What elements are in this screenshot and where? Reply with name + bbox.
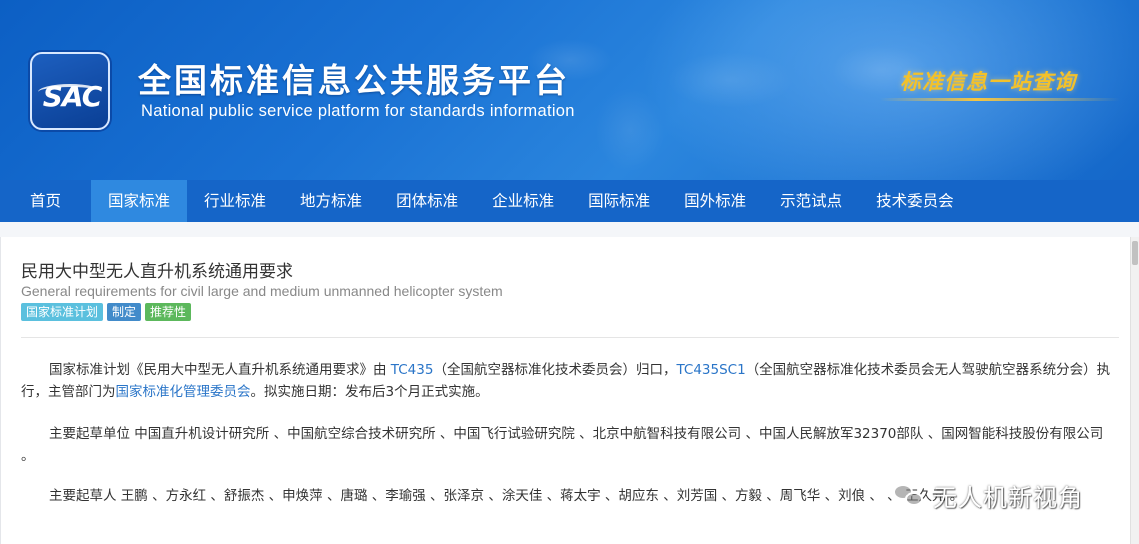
- drafters-text: 主要起草人 王鹏 、方永红 、舒振杰 、申焕萍 、唐璐 、李瑜强 、张泽京 、涂…: [49, 488, 964, 504]
- sac-logo[interactable]: SAC: [30, 52, 110, 130]
- tag-recommended: 推荐性: [145, 303, 192, 321]
- nav-item-local-standards[interactable]: 地方标准: [283, 180, 379, 222]
- tc435sc1-link[interactable]: TC435SC1: [676, 362, 745, 378]
- tag-national-plan: 国家标准计划: [21, 303, 104, 321]
- tc435-link[interactable]: TC435: [391, 362, 434, 378]
- wechat-watermark: 无人机新视角: [893, 478, 1083, 513]
- section-separator: [0, 222, 1139, 237]
- plan-description: 国家标准计划《民用大中型无人直升机系统通用要求》由 TC435（全国航空器标准化…: [21, 359, 1111, 403]
- logo-text: SAC: [42, 80, 103, 113]
- main-nav: 首页 国家标准 行业标准 地方标准 团体标准 企业标准 国际标准 国外标准 示范…: [0, 180, 1139, 222]
- page-scrollbar[interactable]: [1130, 237, 1139, 544]
- divider: [21, 337, 1119, 338]
- drafting-units: 主要起草单位 中国直升机设计研究所 、中国航空综合技术研究所 、中国飞行试验研究…: [21, 423, 1111, 467]
- plan-text-d: 。拟实施日期：发布后3个月正式实施。: [250, 384, 489, 400]
- sac-department-link[interactable]: 国家标准化管理委员会: [116, 384, 251, 400]
- slogan: 标准信息一站查询: [900, 69, 1076, 94]
- nav-item-industry-standards[interactable]: 行业标准: [187, 180, 283, 222]
- site-title: 全国标准信息公共服务平台: [138, 61, 570, 100]
- nav-item-national-standards[interactable]: 国家标准: [91, 180, 188, 222]
- standard-tags: 国家标准计划 制定 推荐性: [21, 303, 192, 321]
- nav-item-group-standards[interactable]: 团体标准: [379, 180, 475, 222]
- wechat-icon: [893, 482, 925, 510]
- nav-item-pilot-demo[interactable]: 示范试点: [763, 180, 859, 222]
- watermark-text: 无人机新视角: [933, 484, 1083, 512]
- header-banner: SAC 全国标准信息公共服务平台 National public service…: [0, 0, 1139, 180]
- site-subtitle: National public service platform for sta…: [141, 102, 575, 120]
- nav-item-enterprise-standards[interactable]: 企业标准: [475, 180, 571, 222]
- nav-item-foreign-standards[interactable]: 国外标准: [667, 180, 763, 222]
- scrollbar-thumb[interactable]: [1132, 241, 1138, 265]
- drafting-units-text: 主要起草单位 中国直升机设计研究所 、中国航空综合技术研究所 、中国飞行试验研究…: [21, 426, 1104, 464]
- nav-item-home[interactable]: 首页: [0, 180, 91, 222]
- nav-item-tech-committees[interactable]: 技术委员会: [859, 180, 971, 222]
- plan-text-b: （全国航空器标准化技术委员会）归口，: [433, 362, 677, 378]
- slogan-underline: [880, 98, 1120, 101]
- nav-item-international-standards[interactable]: 国际标准: [571, 180, 667, 222]
- tag-formulate: 制定: [107, 303, 142, 321]
- standard-title-en: General requirements for civil large and…: [21, 283, 503, 299]
- standard-title: 民用大中型无人直升机系统通用要求: [21, 262, 293, 282]
- plan-text-a: 国家标准计划《民用大中型无人直升机系统通用要求》由: [49, 362, 391, 378]
